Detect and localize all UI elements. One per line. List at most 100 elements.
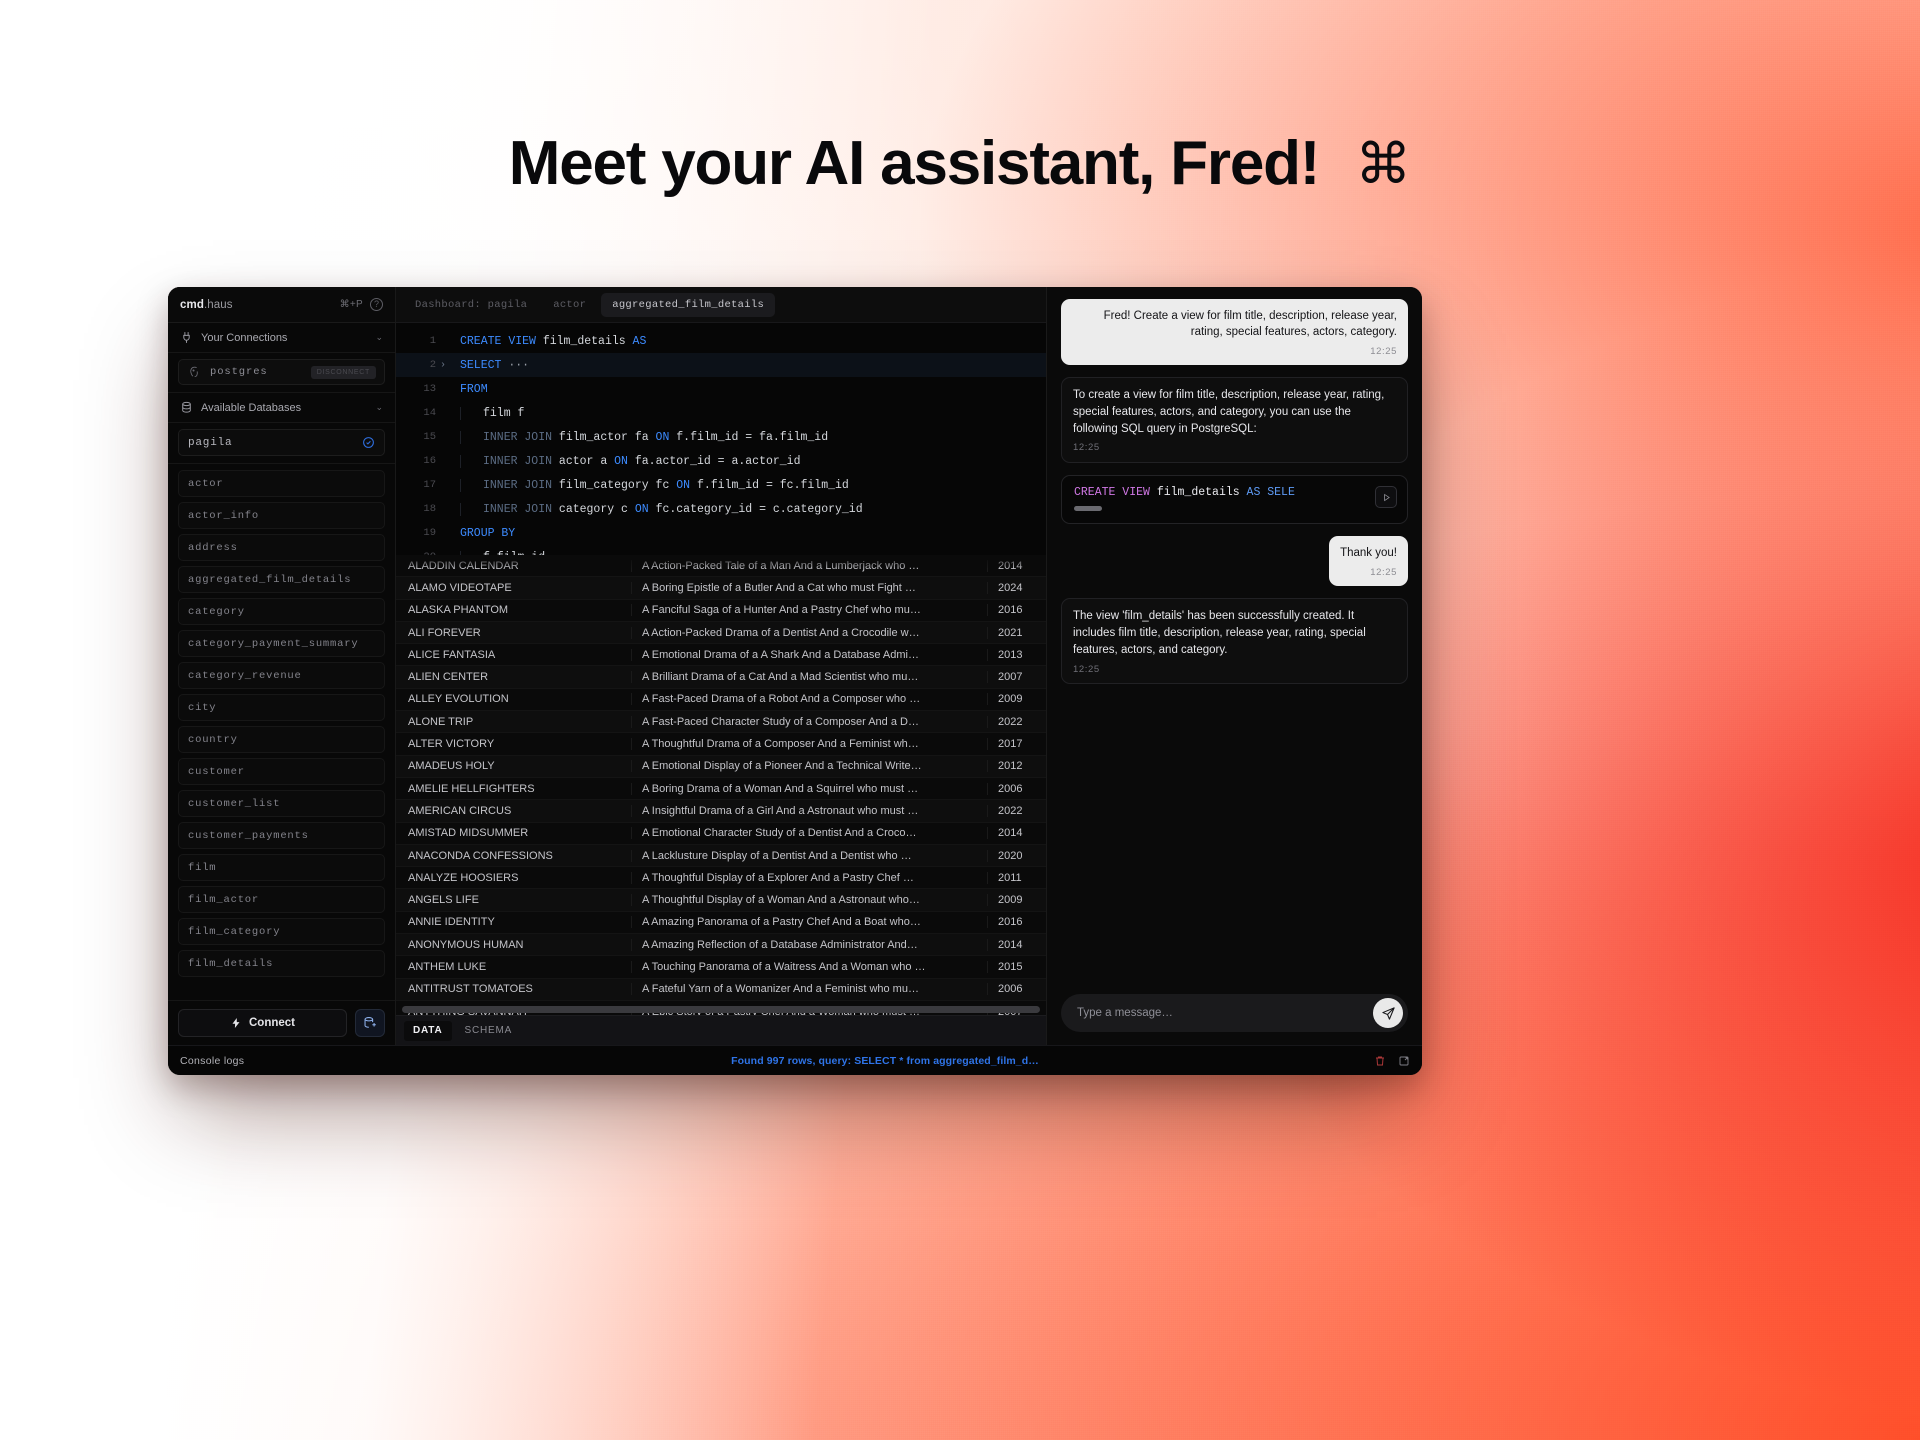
sidebar-brand-bar: cmd.haus ⌘+P ? bbox=[168, 287, 395, 323]
results-tabs[interactable]: DATA SCHEMA bbox=[396, 1015, 1046, 1045]
code-line[interactable]: 20f.film_id, bbox=[396, 545, 1046, 555]
connection-item-postgres[interactable]: postgres DISCONNECT bbox=[178, 359, 385, 385]
editor-tab[interactable]: Dashboard: pagila bbox=[404, 293, 538, 317]
sidebar-table-item[interactable]: customer_list bbox=[178, 790, 385, 817]
table-row[interactable]: ANTHEM LUKE A Touching Panorama of a Wait… bbox=[396, 956, 1046, 979]
results-grid[interactable]: ALADDIN CALENDAR A Action-Packed Tale of … bbox=[396, 555, 1046, 1015]
chat-input[interactable]: Type a message… bbox=[1061, 994, 1408, 1032]
sidebar-section-databases[interactable]: Available Databases ⌄ bbox=[168, 393, 395, 423]
brand-actions: ⌘+P ? bbox=[340, 298, 383, 311]
table-row[interactable]: ANALYZE HOOSIERS A Thoughtful Display of … bbox=[396, 867, 1046, 890]
table-row[interactable]: AMERICAN CIRCUS A Insightful Drama of a G… bbox=[396, 800, 1046, 823]
table-row[interactable]: ANNIE IDENTITY A Amazing Panorama of a Pa… bbox=[396, 911, 1046, 935]
code-line[interactable]: 15 INNER JOIN film_actor fa ON f.film_id … bbox=[396, 425, 1046, 449]
horizontal-scrollbar[interactable] bbox=[402, 1006, 1040, 1013]
databases-label: Available Databases bbox=[201, 401, 302, 414]
disconnect-button[interactable]: DISCONNECT bbox=[310, 365, 376, 379]
table-row[interactable]: ANGELS LIFE A Thoughtful Display of a Wom… bbox=[396, 889, 1046, 912]
table-row[interactable]: ALICE FANTASIA A Emotional Drama of a A S… bbox=[396, 644, 1046, 667]
chevron-down-icon[interactable]: ⌄ bbox=[375, 332, 383, 343]
chat-code-card[interactable]: CREATE VIEW film_details AS SELE bbox=[1061, 475, 1408, 525]
chevron-down-icon[interactable]: ⌄ bbox=[375, 402, 383, 413]
database-item-pagila[interactable]: pagila bbox=[178, 429, 385, 456]
code-line[interactable]: 19 GROUP BY bbox=[396, 521, 1046, 545]
cell-release-year: 2009 bbox=[988, 693, 1046, 705]
table-row[interactable]: ANTITRUST TOMATOES A Fateful Yarn of a Wo… bbox=[396, 978, 1046, 1001]
table-row[interactable]: ALLEY EVOLUTION A Fast-Paced Drama of a R… bbox=[396, 688, 1046, 712]
sidebar-table-item[interactable]: country bbox=[178, 726, 385, 753]
cell-title: AMELIE HELLFIGHTERS bbox=[396, 782, 632, 795]
table-row[interactable]: ANACONDA CONFESSIONS A Lacklusture Displa… bbox=[396, 844, 1046, 868]
send-button[interactable] bbox=[1373, 998, 1403, 1028]
code-text: INNER JOIN category c ON fc.category_id … bbox=[460, 502, 863, 516]
cell-description: A Thoughtful Display of a Woman And a As… bbox=[632, 894, 988, 907]
sidebar-table-item[interactable]: actor_info bbox=[178, 502, 385, 529]
sidebar-table-item[interactable]: actor bbox=[178, 470, 385, 497]
question-mark-icon[interactable]: ? bbox=[370, 298, 383, 311]
fold-arrow-icon[interactable]: › bbox=[436, 360, 450, 371]
editor-tab[interactable]: actor bbox=[542, 293, 597, 317]
check-circle-icon bbox=[363, 437, 374, 448]
table-row[interactable]: ALONE TRIP A Fast-Paced Character Study o… bbox=[396, 711, 1046, 734]
cell-title: ALIEN CENTER bbox=[396, 671, 632, 684]
headline-text: Meet your AI assistant, Fred! bbox=[508, 129, 1321, 198]
sidebar-table-item[interactable]: film_details bbox=[178, 950, 385, 977]
sidebar-table-item[interactable]: category_payment_summary bbox=[178, 630, 385, 657]
table-row[interactable]: ALTER VICTORY A Thoughtful Drama of a Com… bbox=[396, 733, 1046, 756]
table-row[interactable]: ALAMO VIDEOTAPE A Boring Epistle of a But… bbox=[396, 577, 1046, 600]
table-row[interactable]: ANONYMOUS HUMAN A Amazing Reflection of a… bbox=[396, 934, 1046, 957]
sidebar-table-item[interactable]: film_category bbox=[178, 918, 385, 945]
code-line[interactable]: 13 FROM bbox=[396, 377, 1046, 401]
results-tab[interactable]: SCHEMA bbox=[456, 1021, 522, 1041]
editor-tabbar[interactable]: Dashboard: pagila actor aggregated_film_de… bbox=[396, 287, 1046, 323]
chat-message-assistant: To create a view for film title, descrip… bbox=[1061, 377, 1408, 464]
command-key-icon: ⌘ bbox=[1355, 131, 1412, 195]
database-name: pagila bbox=[188, 436, 233, 449]
code-line[interactable]: 2 › SELECT ··· bbox=[396, 353, 1046, 377]
table-row[interactable]: AMADEUS HOLY A Emotional Display of a Pio… bbox=[396, 755, 1046, 778]
table-row[interactable]: ALADDIN CALENDAR A Action-Packed Tale of … bbox=[396, 555, 1046, 578]
sidebar-table-item[interactable]: city bbox=[178, 694, 385, 721]
sidebar-table-item[interactable]: category bbox=[178, 598, 385, 625]
code-line[interactable]: 17 INNER JOIN film_category fc ON f.film_… bbox=[396, 473, 1046, 497]
run-query-button[interactable] bbox=[1375, 486, 1397, 509]
cell-title: ALASKA PHANTOM bbox=[396, 604, 632, 617]
trash-icon[interactable] bbox=[1374, 1055, 1386, 1067]
sidebar-section-connections[interactable]: Your Connections ⌄ bbox=[168, 323, 395, 353]
editor-tab[interactable]: aggregated_film_details bbox=[601, 292, 776, 317]
expand-icon[interactable] bbox=[1398, 1055, 1410, 1067]
table-row[interactable]: AMISTAD MIDSUMMER A Emotional Character S… bbox=[396, 822, 1046, 845]
sidebar-table-item[interactable]: aggregated_film_details bbox=[178, 566, 385, 593]
results-tab[interactable]: DATA bbox=[404, 1020, 452, 1041]
connect-button[interactable]: Connect bbox=[178, 1009, 347, 1037]
sidebar-table-item[interactable]: film bbox=[178, 854, 385, 881]
sidebar-table-item[interactable]: customer_payments bbox=[178, 822, 385, 849]
table-row[interactable]: ALASKA PHANTOM A Fanciful Saga of a Hunte… bbox=[396, 599, 1046, 622]
code-line[interactable]: 14 film f bbox=[396, 401, 1046, 425]
sidebar-table-item[interactable]: category_revenue bbox=[178, 662, 385, 689]
postgres-elephant-icon bbox=[190, 366, 198, 377]
code-line[interactable]: 18 INNER JOIN category c ON fc.category_i… bbox=[396, 497, 1046, 521]
cell-release-year: 2006 bbox=[988, 783, 1046, 795]
sql-editor[interactable]: 1 CREATE VIEW film_details AS 2 › SELECT ···… bbox=[396, 323, 1046, 555]
chat-panel: Fred! Create a view for film title, desc… bbox=[1046, 287, 1422, 1045]
console-logs-label[interactable]: Console logs bbox=[180, 1055, 396, 1067]
cell-title: ANONYMOUS HUMAN bbox=[396, 938, 632, 951]
add-database-button[interactable] bbox=[355, 1009, 385, 1037]
code-line[interactable]: 1 CREATE VIEW film_details AS bbox=[396, 329, 1046, 353]
table-row[interactable]: AMELIE HELLFIGHTERS A Boring Drama of a W… bbox=[396, 777, 1046, 801]
table-row[interactable]: ALI FOREVER A Action-Packed Drama of a De… bbox=[396, 621, 1046, 645]
chat-message-text: Thank you! bbox=[1340, 547, 1397, 560]
line-number: 14 bbox=[423, 407, 436, 419]
code-line[interactable]: 16 INNER JOIN actor a ON fa.actor_id = a.… bbox=[396, 449, 1046, 473]
sidebar-table-item[interactable]: address bbox=[178, 534, 385, 561]
tables-list[interactable]: actor actor_infoaddress aggregated_film_de… bbox=[168, 464, 395, 1000]
cell-release-year: 2021 bbox=[988, 627, 1046, 639]
table-row[interactable]: ALIEN CENTER A Brilliant Drama of a Cat A… bbox=[396, 666, 1046, 689]
sidebar-table-item[interactable]: film_actor bbox=[178, 886, 385, 913]
code-text: INNER JOIN actor a ON fa.actor_id = a.ac… bbox=[460, 454, 801, 468]
cell-release-year: 2011 bbox=[988, 872, 1046, 884]
results-grid-body: ALADDIN CALENDAR A Action-Packed Tale of … bbox=[396, 555, 1046, 1015]
sidebar-table-item[interactable]: customer bbox=[178, 758, 385, 785]
chat-message-text: To create a view for film title, descrip… bbox=[1073, 389, 1385, 435]
